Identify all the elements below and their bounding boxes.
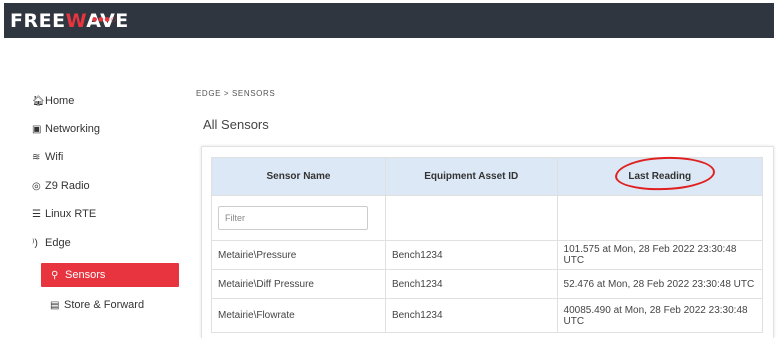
last-reading-cell: 52.476 at Mon, 28 Feb 2022 23:30:48 UTC — [556, 269, 764, 299]
sidebar-item-label: Linux RTE — [45, 208, 97, 220]
asset-id-cell: Bench1234 — [384, 298, 558, 333]
sidebar-item-z9-radio[interactable]: ◎ Z9 Radio — [32, 175, 90, 197]
table-row[interactable]: Metairie\Diff Pressure Bench1234 52.476 … — [211, 269, 764, 299]
asset-id-cell: Bench1234 — [384, 269, 558, 299]
filter-cell-empty — [384, 195, 558, 241]
wifi-icon: ≋ — [32, 152, 41, 163]
logo-text-accent: W — [65, 10, 87, 32]
sensor-name-cell: Metairie\Diff Pressure — [211, 269, 386, 299]
filter-input[interactable] — [218, 206, 368, 230]
sidebar-item-linux-rte[interactable]: ☰ Linux RTE — [32, 203, 96, 225]
table-row[interactable]: Metairie\Pressure Bench1234 101.575 at M… — [211, 240, 764, 270]
sidebar-item-label: Z9 Radio — [45, 180, 90, 192]
edge-icon: ⁾) — [32, 238, 38, 249]
freewave-logo[interactable]: FREEWAVE ●●●○ — [10, 8, 129, 34]
sidebar-item-label: Store & Forward — [64, 299, 145, 311]
sidebar-item-label: Sensors — [65, 269, 106, 281]
book-icon: ▤ — [50, 300, 60, 311]
sensors-table: Sensor Name Equipment Asset ID Last Read… — [211, 157, 764, 333]
sidebar-item-networking[interactable]: ▣ Networking — [32, 118, 100, 140]
page-title: All Sensors — [203, 117, 269, 132]
sidebar-item-edge[interactable]: ⁾) Edge — [32, 232, 71, 254]
sidebar-item-wifi[interactable]: ≋ Wifi — [32, 146, 63, 168]
sensor-name-cell: Metairie\Flowrate — [211, 298, 386, 333]
last-reading-cell: 101.575 at Mon, 28 Feb 2022 23:30:48 UTC — [556, 240, 764, 270]
last-reading-cell: 40085.490 at Mon, 28 Feb 2022 23:30:48 U… — [556, 298, 764, 333]
column-header-sensor-name[interactable]: Sensor Name — [211, 157, 386, 196]
sensor-name-cell: Metairie\Pressure — [211, 240, 386, 270]
sidebar-item-label: Edge — [45, 237, 71, 249]
filter-row — [211, 195, 764, 241]
column-header-asset-id[interactable]: Equipment Asset ID — [384, 157, 558, 196]
table-row[interactable]: Metairie\Flowrate Bench1234 40085.490 at… — [211, 298, 764, 333]
networking-icon: ▣ — [32, 124, 42, 135]
sensor-icon: ⚲ — [51, 270, 59, 281]
breadcrumb: EDGE > SENSORS — [196, 89, 276, 98]
sensors-panel: Sensor Name Equipment Asset ID Last Read… — [201, 146, 774, 338]
filter-cell — [211, 195, 386, 241]
linux-icon: ☰ — [32, 209, 41, 220]
sidebar-item-sensors[interactable]: ⚲ Sensors — [41, 263, 179, 287]
radio-icon: ◎ — [32, 181, 41, 192]
sidebar-item-home[interactable]: 🏠︎Home — [32, 90, 74, 112]
logo-dots: ●●●○ — [92, 16, 117, 23]
asset-id-cell: Bench1234 — [384, 240, 558, 270]
sidebar-item-label: Networking — [45, 123, 101, 135]
logo-text-left: FREE — [10, 10, 66, 32]
sidebar-item-store-forward[interactable]: ▤ Store & Forward — [50, 294, 144, 316]
column-header-last-reading[interactable]: Last Reading — [556, 157, 764, 196]
home-icon: 🏠︎ — [32, 96, 45, 107]
top-bar: FREEWAVE ●●●○ — [4, 3, 774, 38]
sidebar-item-label: Home — [45, 95, 75, 107]
sidebar-item-label: Wifi — [45, 151, 64, 163]
filter-cell-empty — [556, 195, 764, 241]
